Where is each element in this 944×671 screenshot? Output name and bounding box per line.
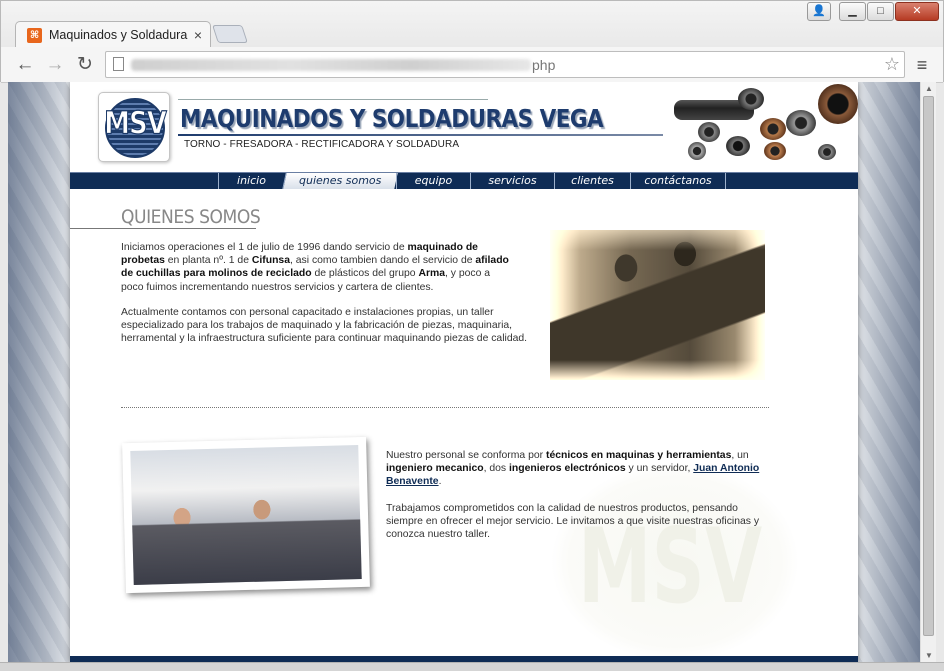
nut-part [726,136,750,156]
page-icon [113,57,124,71]
url-text: php [532,57,556,73]
nut-part [688,142,706,160]
main-nav: inicio quienes somos equipo servicios cl… [70,172,858,189]
site-tagline: TORNO - FRESADORA - RECTIFICADORA Y SOLD… [184,139,460,150]
bushing-part [760,118,786,140]
nav-label: servicios [488,174,537,187]
team-paragraph-2: Trabajamos comprometidos con la calidad … [386,503,760,541]
intro-paragraph-1: Iniciamos operaciones el 1 de julio de 1… [121,242,509,293]
reload-icon[interactable]: ↻ [73,53,97,77]
machined-parts-image [668,82,858,170]
nav-contactanos[interactable]: contáctanos [630,173,726,189]
scrollbar-thumb[interactable] [923,96,934,636]
xampp-favicon-icon: ⌘ [27,28,42,43]
logo-text: MSV [104,105,168,142]
nut-part [698,122,720,142]
tab-title: Maquinados y Soldadura [49,28,188,42]
nav-label: inicio [237,174,266,187]
maximize-button[interactable]: □ [867,2,894,21]
intro-paragraph-2: Actualmente contamos con personal capaci… [121,307,528,345]
title-rule [178,134,663,136]
address-bar[interactable]: php ☆ [105,51,905,78]
nav-clientes[interactable]: clientes [554,173,630,189]
nav-inicio[interactable]: inicio [218,173,284,189]
bushing-part [764,142,786,160]
team-paragraph-1: Nuestro personal se conforma por técnico… [386,450,760,488]
nut-part [738,88,764,110]
nut-part [786,110,816,136]
title-bar: ⌘ Maquinados y Soldadura × 👤 ▁ □ ✕ [1,1,943,49]
msv-logo[interactable]: MSV [98,92,170,162]
tab-close-icon[interactable]: × [194,27,202,43]
site-title: MAQUINADOS Y SOLDADURAS VEGA [180,104,604,133]
nav-label: contáctanos [644,174,712,187]
minimize-button[interactable]: ▁ [839,2,866,21]
nav-servicios[interactable]: servicios [470,173,554,189]
browser-toolbar: ← → ↻ php ☆ ≡ [1,47,943,83]
window-bottom-edge [0,662,944,671]
scroll-down-arrow-icon[interactable]: ▼ [925,651,933,660]
team-photo-image [130,445,362,585]
site-header: MSV MAQUINADOS Y SOLDADURAS VEGA TORNO -… [70,82,858,172]
nut-part [818,144,836,160]
browser-menu-icon[interactable]: ≡ [911,55,933,75]
user-profile-icon[interactable]: 👤 [807,2,831,21]
forward-arrow-icon[interactable]: → [43,53,67,77]
section-title-rule [70,228,256,229]
nav-label: clientes [571,174,614,187]
nav-quienes-somos[interactable]: quienes somos [282,173,398,189]
lathe-worker-photo [550,230,765,380]
ring-part [818,84,858,124]
url-blurred [131,59,531,71]
web-page: MSV MAQUINADOS Y SOLDADURAS VEGA TORNO -… [70,82,858,662]
browser-tab[interactable]: ⌘ Maquinados y Soldadura × [15,21,211,49]
nav-label: equipo [414,174,453,187]
team-photo [122,436,370,594]
back-arrow-icon[interactable]: ← [13,53,37,77]
nav-label: quienes somos [299,174,382,187]
title-top-rule [178,99,488,100]
scroll-up-arrow-icon[interactable]: ▲ [925,84,933,93]
dotted-divider [121,407,769,408]
new-tab-button[interactable] [212,25,248,43]
page-viewport: MSV MAQUINADOS Y SOLDADURAS VEGA TORNO -… [8,82,920,662]
bookmark-star-icon[interactable]: ☆ [884,54,900,75]
browser-chrome: ⌘ Maquinados y Soldadura × 👤 ▁ □ ✕ ← → ↻… [0,0,944,83]
vertical-scrollbar[interactable]: ▲ ▼ [920,82,936,662]
close-window-button[interactable]: ✕ [895,2,939,21]
section-title: QUIENES SOMOS [121,206,261,228]
nav-equipo[interactable]: equipo [396,173,470,189]
